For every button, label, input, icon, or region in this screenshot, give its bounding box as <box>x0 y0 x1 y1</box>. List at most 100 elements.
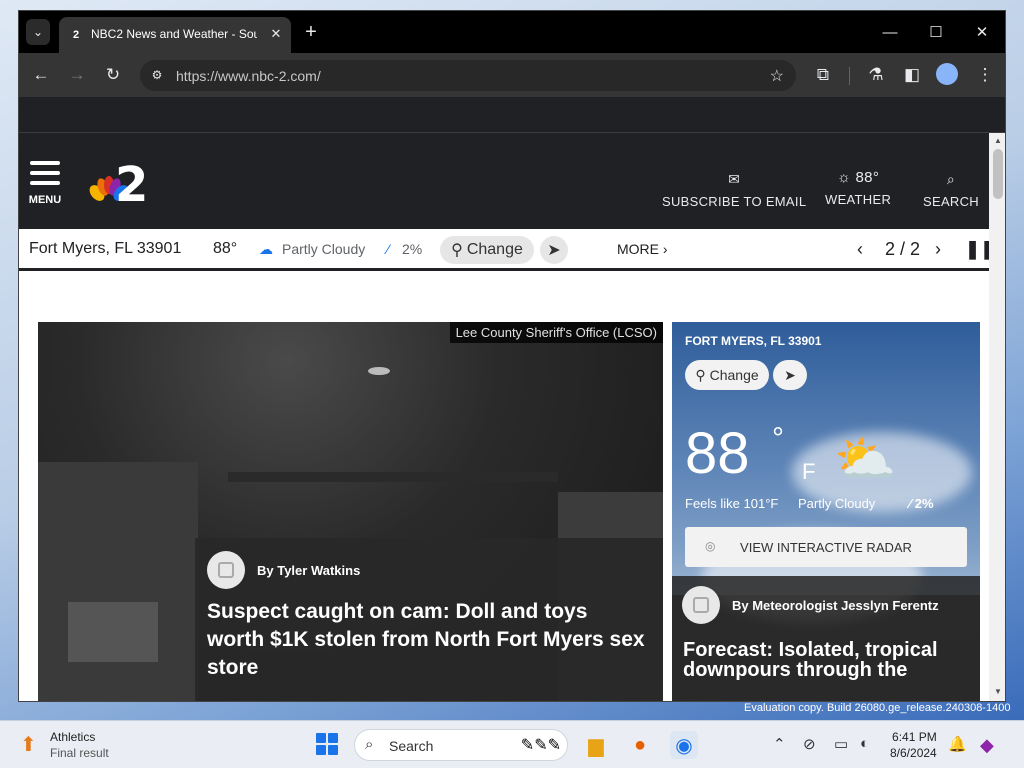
copilot-icon[interactable]: ◆ <box>980 735 994 756</box>
minimize-button[interactable]: — <box>867 19 913 45</box>
subscribe-label: SUBSCRIBE TO EMAIL <box>662 194 807 209</box>
show-hidden-icons-icon[interactable]: ⌃ <box>773 735 786 753</box>
firefox-icon[interactable]: ● <box>626 731 654 759</box>
more-button[interactable]: MORE › <box>617 241 668 257</box>
taskbar-search-label: Search <box>389 738 434 754</box>
scroll-up-icon[interactable]: ▲ <box>992 136 1004 148</box>
partly-cloudy-icon: ⛅ <box>834 431 897 487</box>
weather-condition: Partly Cloudy <box>798 496 876 511</box>
weather-locate-button[interactable]: ➤ <box>773 360 807 390</box>
display-icon[interactable]: ▭ <box>834 735 848 753</box>
address-bar[interactable]: ⚙ https://www.nbc-2.com/ ☆ <box>140 60 796 91</box>
page-scrollbar[interactable]: ▲ ▼ <box>989 133 1005 701</box>
browser-window: ⌄ 2 NBC2 News and Weather - Southwest Fl… <box>18 10 1006 702</box>
taskbar-widget-title[interactable]: Athletics <box>50 730 95 744</box>
file-explorer-icon[interactable]: ▆ <box>582 731 610 759</box>
weather-precip: ⁄ 2% <box>909 496 934 511</box>
weather-byline: By Meteorologist Jesslyn Ferentz <box>732 598 939 613</box>
change-label: Change <box>466 241 523 258</box>
hero-story[interactable]: Lee County Sheriff's Office (LCSO) By Ty… <box>38 322 663 701</box>
search-label: SEARCH <box>923 194 979 209</box>
search-icon: ⌕ <box>946 171 956 187</box>
forward-icon[interactable]: → <box>64 62 90 88</box>
pager-count: 2 / 2 <box>885 239 921 259</box>
back-icon[interactable]: ← <box>28 62 54 88</box>
clock-time: 6:41 PM <box>892 730 937 744</box>
nbc-favicon-icon: 2 <box>72 29 80 41</box>
tab-nbc2[interactable]: 2 NBC2 News and Weather - Southwest Flor… <box>59 17 291 53</box>
clock-date: 8/6/2024 <box>890 746 937 760</box>
weather-label: WEATHER <box>825 192 892 207</box>
pause-icon[interactable]: ❚❚ <box>965 239 989 260</box>
search-icon: ⌕ <box>365 736 374 753</box>
content-gap <box>19 271 989 323</box>
feels-like: Feels like 101°F <box>685 496 779 511</box>
search-link[interactable]: ⌕ SEARCH <box>923 171 979 209</box>
scroll-down-icon[interactable]: ▼ <box>992 687 1004 699</box>
menu-button[interactable]: MENU <box>25 161 65 209</box>
author-avatar <box>207 551 245 589</box>
new-tab-button[interactable]: + <box>299 20 323 44</box>
taskbar-widget-sub: Final result <box>50 746 109 760</box>
logo-number: 2 <box>115 157 149 213</box>
evaluation-watermark: Evaluation copy. Build 26080.ge_release.… <box>744 702 1011 714</box>
next-arrow-icon[interactable]: › <box>935 239 941 260</box>
weather-link[interactable]: ☼ 88° WEATHER <box>825 169 891 207</box>
tab-title: NBC2 News and Weather - Southwest Florid… <box>91 27 257 41</box>
side-panel-icon[interactable]: ◧ <box>899 62 925 88</box>
bookmark-star-icon[interactable]: ☆ <box>770 66 784 86</box>
desktop-icons-edge <box>0 0 18 720</box>
extensions-icon[interactable]: ⧉ <box>810 62 836 88</box>
navigation-arrow-icon: ➤ <box>784 366 796 383</box>
locate-me-button[interactable]: ➤ <box>540 236 568 264</box>
pin-icon: ⚲ <box>695 366 706 383</box>
condition-text: Partly Cloudy <box>282 241 366 257</box>
precip-text: 2% <box>402 241 423 257</box>
nbc2-logo[interactable]: 2 <box>89 157 153 213</box>
start-button[interactable] <box>316 733 338 755</box>
weather-change-button[interactable]: ⚲ Change <box>685 360 769 390</box>
weather-temp: 88 <box>685 421 750 486</box>
tab-bar: ⌄ 2 NBC2 News and Weather - Southwest Fl… <box>19 11 1005 53</box>
chrome-icon[interactable]: ◉ <box>670 731 698 759</box>
toolbar-separator <box>849 67 850 85</box>
search-highlight-icon: ✎✎✎ <box>520 737 561 754</box>
taskbar-search[interactable]: ⌕ Search ✎✎✎ <box>354 729 568 761</box>
navigation-arrow-icon: ➤ <box>547 242 561 259</box>
hamburger-icon <box>30 161 60 185</box>
weather-temp-header: ☼ 88° <box>837 169 880 186</box>
weather-story-card[interactable]: By Meteorologist Jesslyn Ferentz Forecas… <box>672 576 980 701</box>
hero-headline[interactable]: Suspect caught on cam: Doll and toys wor… <box>207 598 647 682</box>
tab-search-button[interactable]: ⌄ <box>26 19 50 45</box>
notification-bell-icon[interactable]: 🔔 <box>948 735 967 753</box>
prev-arrow-icon[interactable]: ‹ <box>857 239 863 260</box>
weather-widget-icon[interactable]: ⬆ <box>20 732 44 756</box>
weather-change-label: Change <box>709 367 759 383</box>
header-temp: 88° <box>855 169 880 186</box>
scroll-thumb[interactable] <box>993 149 1003 199</box>
page-viewport: MENU 2 ✉ SUBSCRIBE TO EMAIL ☼ 88° WEATHE… <box>19 133 989 701</box>
close-window-button[interactable]: ✕ <box>959 19 1005 45</box>
subscribe-email-link[interactable]: ✉ SUBSCRIBE TO EMAIL <box>662 171 806 209</box>
tab-close-icon[interactable]: ✕ <box>266 24 286 44</box>
more-menu-icon[interactable]: ⋮ <box>972 62 998 88</box>
reload-icon[interactable]: ↻ <box>100 62 126 88</box>
taskbar-clock[interactable]: 6:41 PM 8/6/2024 <box>890 729 937 761</box>
url-text[interactable]: https://www.nbc-2.com/ <box>176 68 321 84</box>
site-info-icon[interactable]: ⚙ <box>149 67 165 83</box>
menu-label: MENU <box>28 194 62 206</box>
site-header: MENU 2 ✉ SUBSCRIBE TO EMAIL ☼ 88° WEATHE… <box>19 133 989 229</box>
partly-cloudy-icon: ☁ <box>259 241 273 257</box>
change-location-button[interactable]: ⚲ Change <box>440 236 534 264</box>
interactive-radar-button[interactable]: ◎ VIEW INTERACTIVE RADAR <box>685 527 967 567</box>
volume-icon[interactable]: ◐ <box>860 735 869 752</box>
maximize-button[interactable]: ☐ <box>913 19 959 45</box>
current-temp: 88° <box>213 240 238 257</box>
weather-headline[interactable]: Forecast: Isolated, tropical downpours t… <box>683 640 973 680</box>
browser-toolbar: ← → ↻ ⚙ https://www.nbc-2.com/ ☆ ⧉ ⚗ ◧ ⋮ <box>19 53 1005 97</box>
radar-icon: ◎ <box>705 539 716 553</box>
profile-avatar[interactable] <box>936 63 958 85</box>
network-icon[interactable]: ⊘ <box>803 735 816 753</box>
weather-location: FORT MYERS, FL 33901 <box>685 334 822 348</box>
labs-flask-icon[interactable]: ⚗ <box>863 62 889 88</box>
